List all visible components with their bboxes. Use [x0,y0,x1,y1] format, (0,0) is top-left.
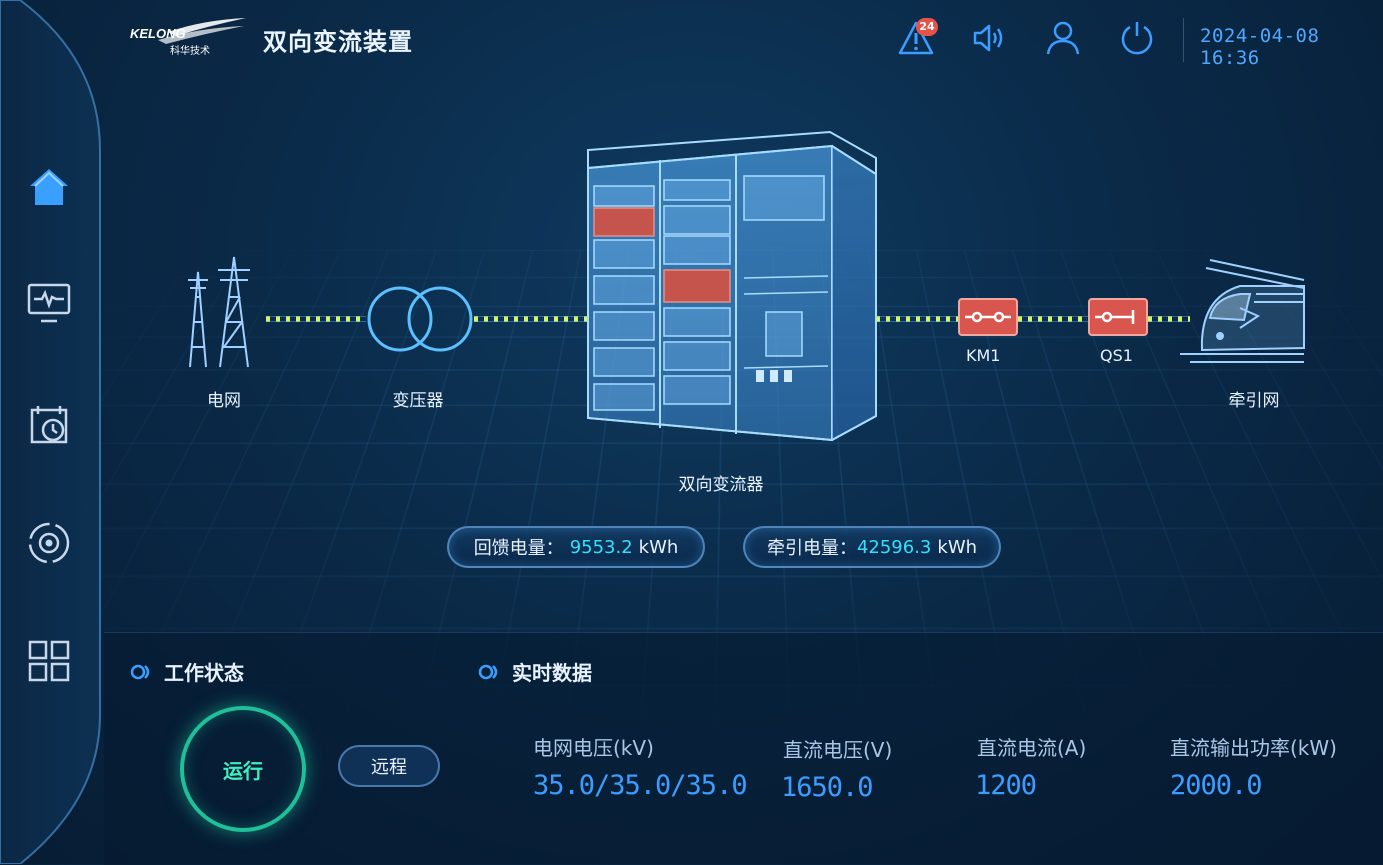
dc-voltage-value: 1650.0 [781,772,874,803]
page-title: 双向变流装置 [263,28,413,56]
grid-voltage-label: 电网电压(kV) [533,736,654,760]
realtime-title: 实时数据 [512,661,592,685]
feedback-energy-stat: 回馈电量： 9553.2 kWh [447,526,705,568]
user-button[interactable] [1041,16,1085,60]
sidebar-item-apps[interactable] [18,630,80,692]
datetime-display: 2024-04-08 16:36 [1200,25,1320,69]
apps-icon [28,640,70,682]
power-grid-node[interactable] [180,252,260,376]
converter-cabinet-icon [587,130,877,442]
realtime-section-title: 实时数据 [478,657,592,686]
running-status-indicator: 运行 [180,706,306,832]
alarm-count-badge: 24 [916,18,938,36]
closed-switch-icon [965,311,1011,323]
feedback-energy-value: 9553.2 [569,536,633,558]
grid-voltage-value: 35.0/35.0/35.0 [533,770,748,801]
settings-icon [28,522,70,564]
disconnector-switch-icon [1095,310,1135,324]
km1-switch[interactable] [958,298,1018,336]
monitor-icon [27,283,71,323]
dc-power-label: 直流输出功率(kW) [1170,736,1337,760]
logo-subtext: 科华技术 [170,44,210,57]
dc-voltage-label: 直流电压(V) [783,738,893,762]
remote-mode-label: 远程 [371,757,407,778]
header-divider [1183,18,1184,62]
work-status-title: 工作状态 [164,661,244,685]
traction-energy-unit: kWh [937,536,978,558]
remote-mode-button[interactable]: 远程 [338,745,440,787]
dc-power-value: 2000.0 [1170,770,1263,801]
traction-energy-stat: 牵引电量： 42596.3 kWh [743,526,1001,568]
line-transformer-converter [474,316,590,322]
qs1-label: QS1 [1100,346,1133,365]
sidebar-item-monitor[interactable] [18,272,80,334]
bidirectional-converter-node[interactable] [584,128,884,452]
feedback-energy-label: 回馈电量： [473,538,564,559]
running-status-text: 运行 [223,758,263,783]
transformer-node[interactable] [364,284,476,358]
dc-current-value: 1200 [975,770,1037,801]
sidebar-item-home[interactable] [18,156,80,218]
qs1-switch[interactable] [1088,298,1148,336]
home-icon [30,169,68,205]
line-grid-transformer [266,316,366,322]
brand-logo: KELONG 科华技术 [128,18,248,58]
section-marker-icon [130,664,150,679]
sidebar-item-settings[interactable] [18,512,80,574]
traction-energy-value: 42596.3 [856,536,932,558]
km1-label: KM1 [966,346,1001,365]
feedback-energy-unit: kWh [638,536,679,558]
work-status-section-title: 工作状态 [130,657,244,686]
traction-network-node[interactable] [1180,258,1306,372]
logo-text: KELONG [130,26,186,41]
speaker-icon [973,24,1003,52]
sidebar-item-history[interactable] [18,394,80,456]
transmission-tower-icon [188,256,250,368]
line-km1-qs1 [1018,316,1088,322]
transformer-label: 变压器 [392,391,444,411]
history-icon [30,406,68,444]
train-icon [1180,259,1305,363]
grid-label: 电网 [207,391,241,411]
sound-button[interactable] [967,16,1011,60]
power-button[interactable] [1115,16,1159,60]
user-icon [1046,21,1080,55]
power-icon [1121,22,1153,55]
alarm-button[interactable]: 24 [894,16,938,60]
converter-label: 双向变流器 [678,475,764,495]
section-marker-icon [478,664,498,679]
line-converter-km1 [876,316,958,322]
transformer-icon [367,286,473,352]
dc-current-label: 直流电流(A) [977,736,1087,760]
traction-label: 牵引网 [1228,391,1280,411]
traction-energy-label: 牵引电量： [766,538,857,559]
